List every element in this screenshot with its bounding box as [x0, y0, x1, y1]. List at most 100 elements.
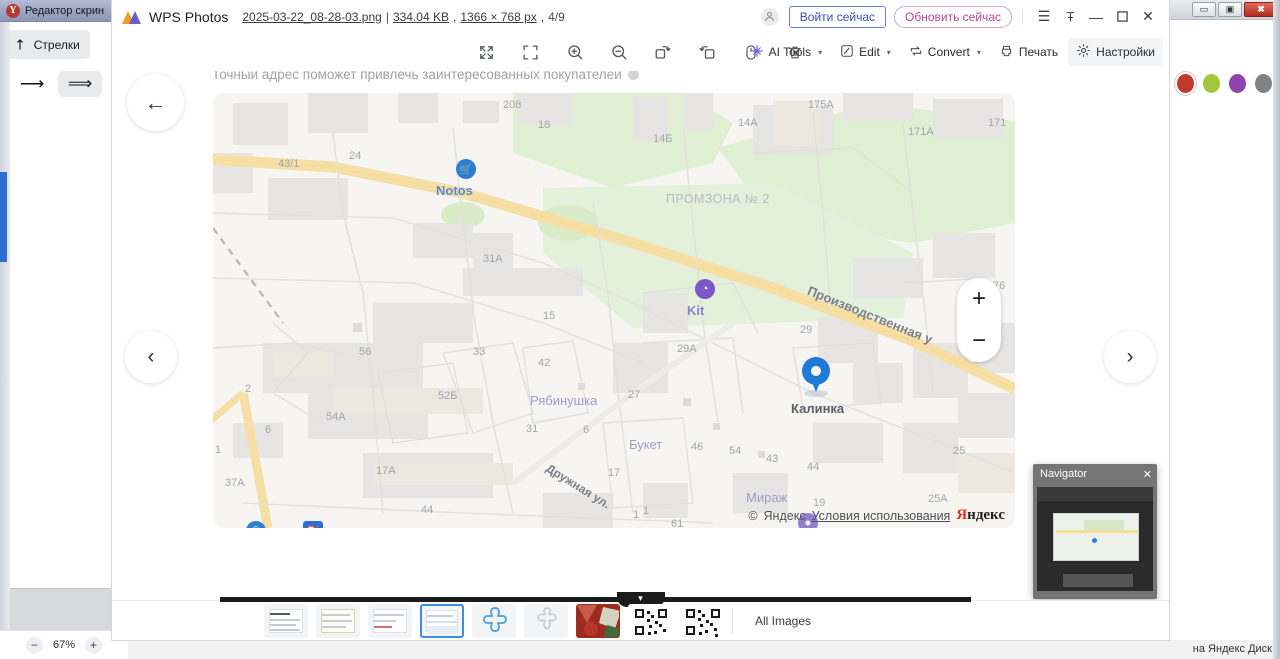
- zoom-in-icon[interactable]: [562, 39, 588, 65]
- map-house-number: 48: [478, 527, 490, 528]
- copyright-brand: Яндекс: [763, 508, 806, 523]
- yandex-editor-titlebar: Y Редактор скрин: [0, 0, 127, 22]
- sign-in-button[interactable]: Войти сейчас: [788, 5, 887, 28]
- map-house-number: 6: [583, 424, 590, 436]
- map-house-number: 43/1: [278, 158, 300, 170]
- background-app-window[interactable]: ▭ ▣ ✖: [1168, 0, 1280, 640]
- arrows-tool-label: Стрелки: [33, 37, 80, 52]
- zoom-in-icon[interactable]: +: [85, 636, 103, 654]
- map-zoom-in-button[interactable]: +: [957, 278, 1001, 320]
- zoom-out-icon[interactable]: [606, 39, 632, 65]
- map-house-number: 175А: [808, 99, 834, 111]
- map-house-number: 44: [421, 504, 434, 516]
- rotate-left-icon[interactable]: [650, 39, 676, 65]
- image-filmstrip[interactable]: ▾ All Images: [112, 592, 1169, 640]
- thumb-document-2[interactable]: [316, 603, 360, 638]
- zoom-level-value: 67%: [52, 639, 76, 651]
- map-house-number: 27: [628, 389, 641, 401]
- arrows-tool-button[interactable]: ↗ Стрелки: [6, 30, 90, 59]
- navigator-title: Navigator: [1040, 468, 1088, 480]
- map-house-number: 24: [349, 150, 362, 162]
- settings-button[interactable]: Настройки: [1068, 38, 1163, 66]
- menu-button[interactable]: ☰: [1031, 4, 1057, 30]
- convert-label: Convert: [927, 45, 970, 59]
- color-palette[interactable]: [1169, 66, 1280, 100]
- edit-menu[interactable]: Edit ▾: [832, 39, 899, 66]
- arrow-style-bold[interactable]: ⟹: [58, 71, 102, 97]
- color-purple-swatch[interactable]: [1229, 73, 1246, 93]
- thumb-document-4[interactable]: [420, 603, 464, 638]
- minimize-button[interactable]: —: [1083, 4, 1109, 30]
- zoom-out-icon[interactable]: −: [25, 636, 43, 654]
- settings-label: Настройки: [1096, 45, 1155, 59]
- convert-menu[interactable]: Convert ▾: [901, 39, 989, 66]
- file-size: 334.04 KB: [392, 9, 449, 24]
- print-button[interactable]: Печать: [991, 39, 1066, 66]
- navigator-thumbnail[interactable]: [1037, 487, 1153, 591]
- fit-to-screen-icon[interactable]: [518, 39, 544, 65]
- navigator-panel[interactable]: Navigator ✕: [1033, 464, 1157, 599]
- selection-edge-highlight: [0, 172, 7, 262]
- arrow-style-thin[interactable]: ⟶: [10, 71, 54, 97]
- map-house-number: 56: [359, 346, 372, 358]
- close-icon[interactable]: ✕: [1143, 468, 1152, 481]
- color-red-swatch[interactable]: [1177, 73, 1194, 93]
- map-zoom-controls[interactable]: + −: [957, 278, 1001, 362]
- wps-photos-window[interactable]: WPS Photos 2025-03-22_08-28-03.png | 334…: [112, 0, 1169, 640]
- map-house-number: 14Б: [653, 133, 673, 145]
- map-house-number: 42: [538, 357, 551, 369]
- map-poi-label-mirazh: Мираж: [746, 490, 788, 505]
- rotate-right-icon[interactable]: [694, 39, 720, 65]
- close-button[interactable]: ✕: [1135, 4, 1161, 30]
- color-gray-swatch[interactable]: [1255, 73, 1272, 93]
- thumb-qr-1[interactable]: [628, 603, 672, 638]
- thumb-document-3[interactable]: [368, 603, 412, 638]
- file-dimensions: 1366 × 768 px: [460, 9, 537, 24]
- color-yellow-green-swatch[interactable]: [1203, 73, 1220, 93]
- map-house-number: 54: [729, 445, 742, 457]
- map-copyright: © Яндекс Условия использования Яндекс: [748, 507, 1005, 524]
- zoom-control-bar[interactable]: − 67% +: [0, 630, 128, 659]
- ai-tools-menu[interactable]: AI Tools ▾: [742, 39, 830, 66]
- map-house-number: 54А: [326, 411, 346, 423]
- wps-titlebar: WPS Photos 2025-03-22_08-28-03.png | 334…: [112, 0, 1169, 33]
- poi-icon-station[interactable]: ⛽: [303, 521, 323, 528]
- map-poi-label-buket: Букет: [629, 437, 663, 452]
- file-name[interactable]: 2025-03-22_08-28-03.png: [242, 10, 381, 24]
- map-house-number: 171А: [908, 126, 934, 138]
- map-house-number: 1: [215, 444, 222, 456]
- yandex-screenshot-editor-window[interactable]: Y Редактор скрин ↗ Стрелки ⟶ ⟹: [0, 0, 128, 630]
- thumb-qr-2[interactable]: [680, 603, 724, 638]
- map-vector-layer: [213, 93, 1015, 528]
- poi-icon-notos[interactable]: 🛒: [456, 159, 476, 179]
- previous-image-button[interactable]: ‹: [125, 331, 177, 383]
- map-house-number: 1: [633, 509, 640, 521]
- yandex-editor-body: ↗ Стрелки ⟶ ⟹: [0, 22, 127, 630]
- minimize-button[interactable]: ▭: [1192, 2, 1216, 17]
- maximize-button[interactable]: [1109, 4, 1135, 30]
- restore-button[interactable]: ▣: [1218, 2, 1242, 17]
- yandex-map[interactable]: 🛒 ◔ 🔒 ⛽ ● Калинка ПРОМЗОНА № 2: [213, 93, 1015, 528]
- thumb-document-1[interactable]: [264, 603, 308, 638]
- thumb-cross-grey[interactable]: [524, 603, 568, 638]
- file-info-sep-2: ,: [453, 9, 457, 24]
- image-toolbar-right-groups: AI Tools ▾ Edit ▾ Convert ▾ Печать Настр…: [742, 38, 1163, 66]
- terms-of-use-link[interactable]: Условия использования: [812, 509, 951, 523]
- next-image-button[interactable]: ›: [1104, 331, 1156, 383]
- pin-button[interactable]: [1057, 4, 1083, 30]
- update-now-button[interactable]: Обновить сейчас: [894, 5, 1012, 28]
- poi-icon-kit[interactable]: ◔: [695, 279, 715, 299]
- thumb-photo-christmas[interactable]: [576, 603, 620, 638]
- fullscreen-icon[interactable]: [474, 39, 500, 65]
- convert-icon: [909, 44, 923, 61]
- image-viewer[interactable]: Точный адрес поможет привлечь заинтересо…: [112, 71, 1169, 600]
- chevron-down-icon: ▾: [886, 47, 891, 57]
- map-pin-kalinka[interactable]: [802, 357, 830, 397]
- user-avatar-icon[interactable]: [760, 7, 779, 26]
- map-zoom-out-button[interactable]: −: [957, 320, 1001, 362]
- desktop-scrollbar[interactable]: [1273, 0, 1280, 659]
- back-button[interactable]: ←: [127, 74, 184, 131]
- thumb-cross-blue[interactable]: [472, 603, 516, 638]
- file-info-bar: 2025-03-22_08-28-03.png | 334.04 KB , 13…: [242, 10, 564, 24]
- map-house-number: 171: [988, 117, 1007, 129]
